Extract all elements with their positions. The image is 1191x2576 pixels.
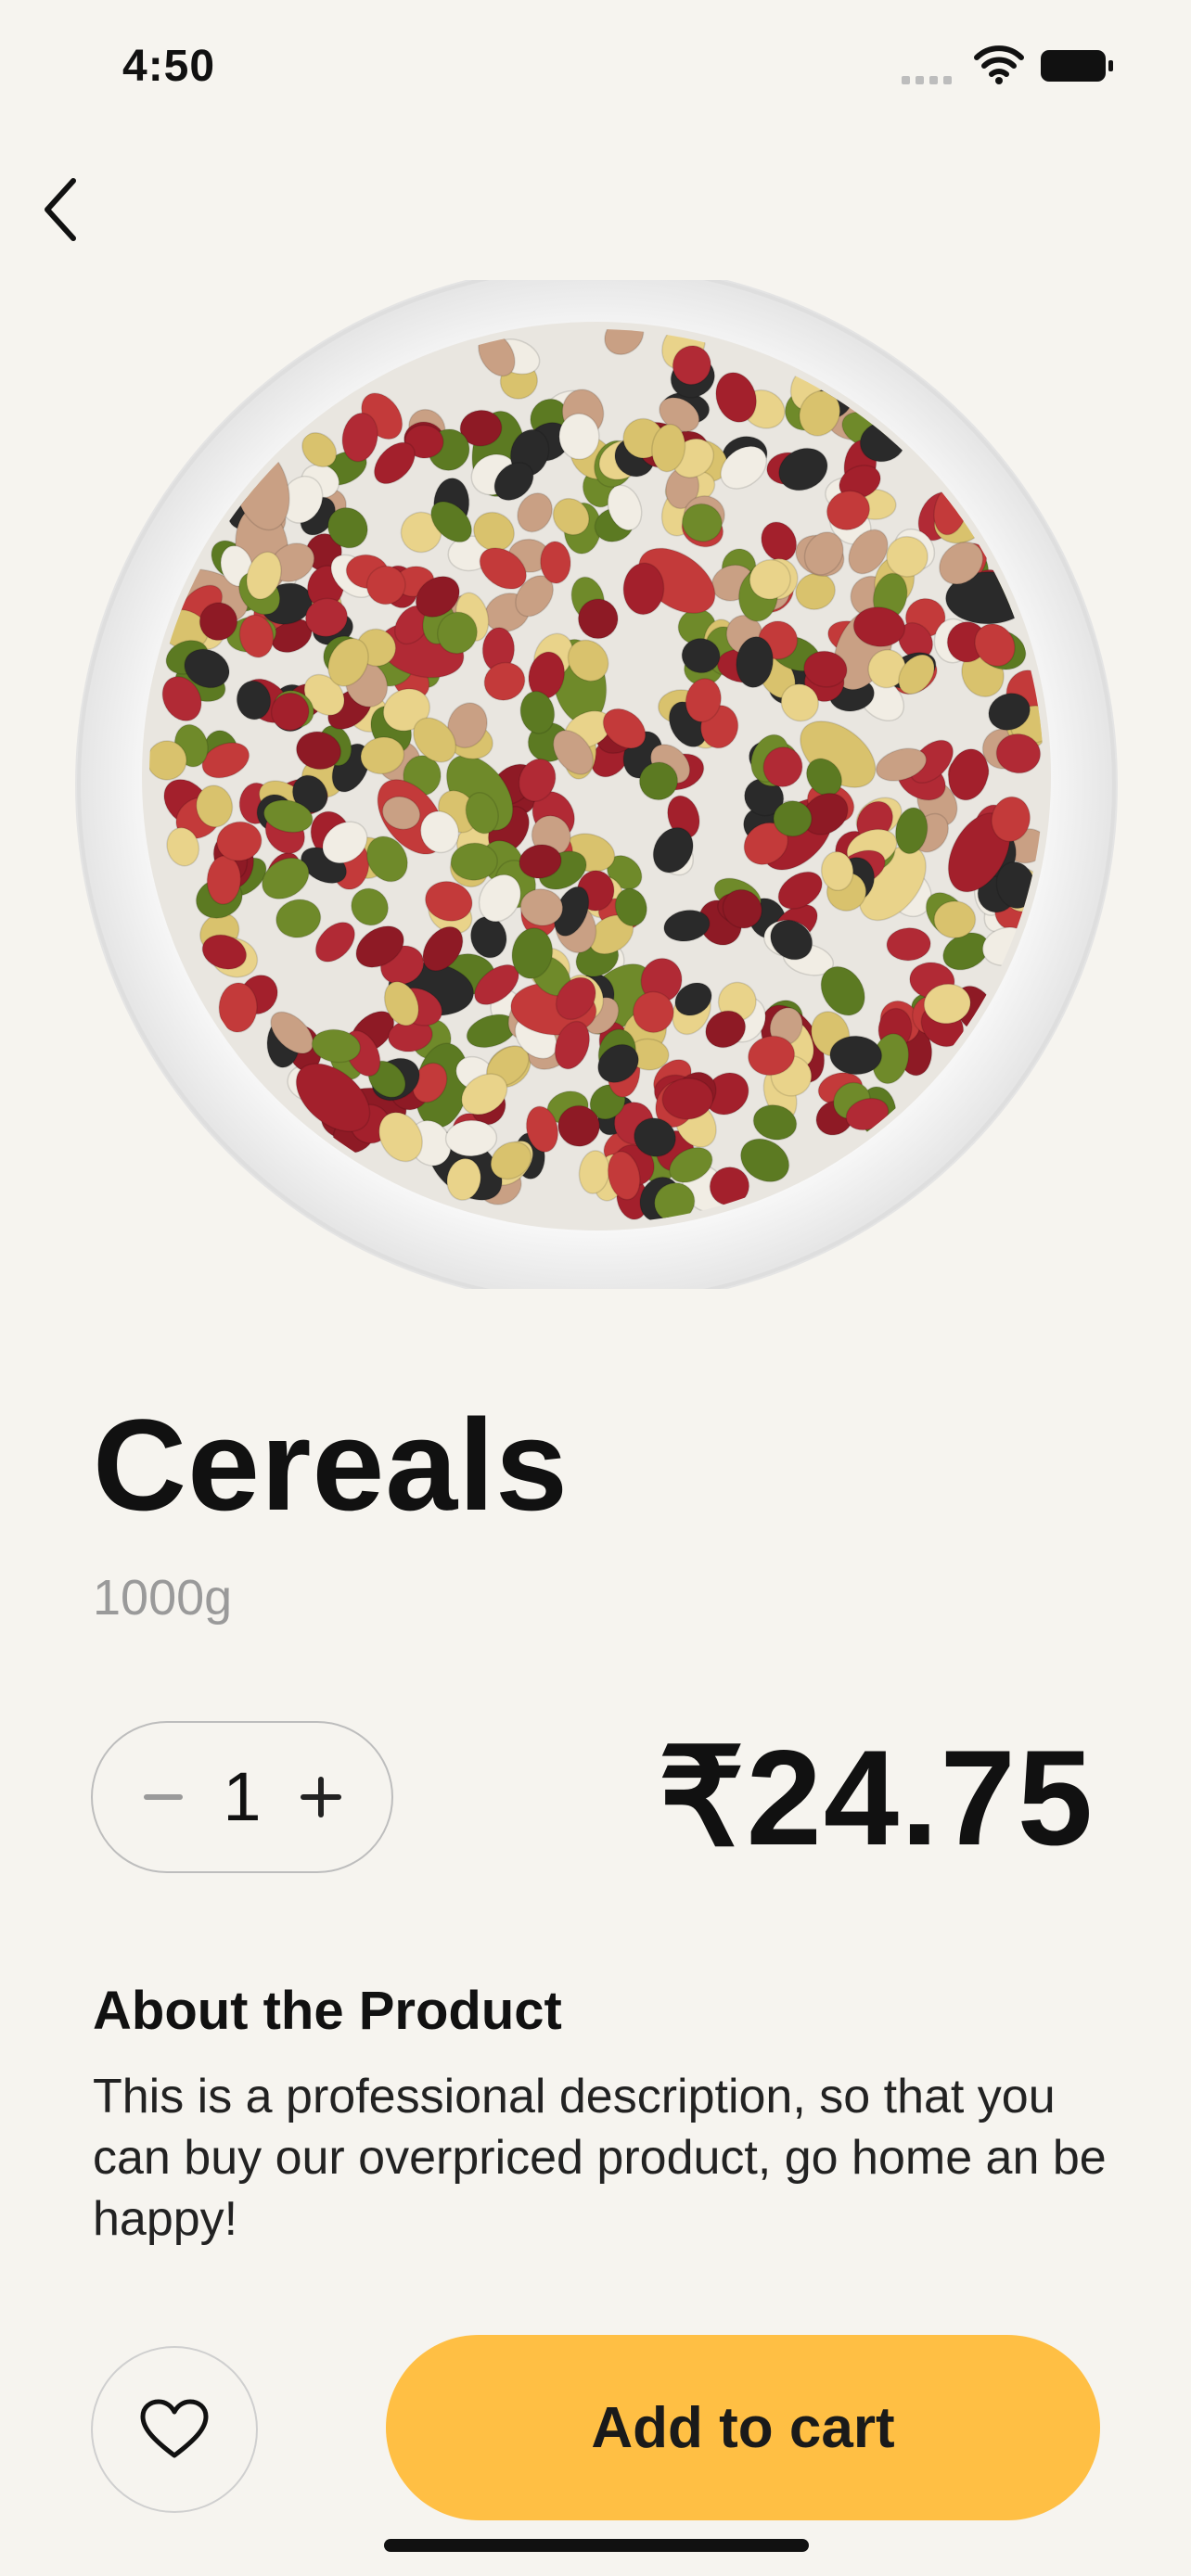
product-price: ₹24.75: [658, 1722, 1095, 1873]
favorite-button[interactable]: [91, 2346, 258, 2513]
decrease-quantity-button[interactable]: [131, 1765, 196, 1830]
product-image: [75, 280, 1118, 1289]
status-time: 4:50: [122, 42, 216, 91]
back-button[interactable]: [28, 163, 93, 256]
product-title: Cereals: [93, 1392, 569, 1537]
about-description: This is a professional description, so t…: [93, 2070, 1107, 2246]
heart-icon: [140, 2399, 209, 2458]
product-weight: 1000g: [93, 1570, 233, 1626]
quantity-stepper: 1: [91, 1721, 393, 1873]
minus-icon: [143, 1794, 183, 1800]
cellular-signal-icon: [902, 76, 952, 84]
increase-quantity-button[interactable]: [288, 1765, 353, 1830]
chevron-left-icon: [45, 178, 76, 241]
battery-icon: [1041, 50, 1113, 82]
about-heading: About the Product: [93, 1981, 562, 2041]
wifi-icon: [974, 45, 1024, 84]
home-indicator: [384, 2539, 809, 2552]
quantity-value: 1: [223, 1758, 262, 1835]
add-to-cart-button[interactable]: Add to cart: [386, 2335, 1100, 2520]
